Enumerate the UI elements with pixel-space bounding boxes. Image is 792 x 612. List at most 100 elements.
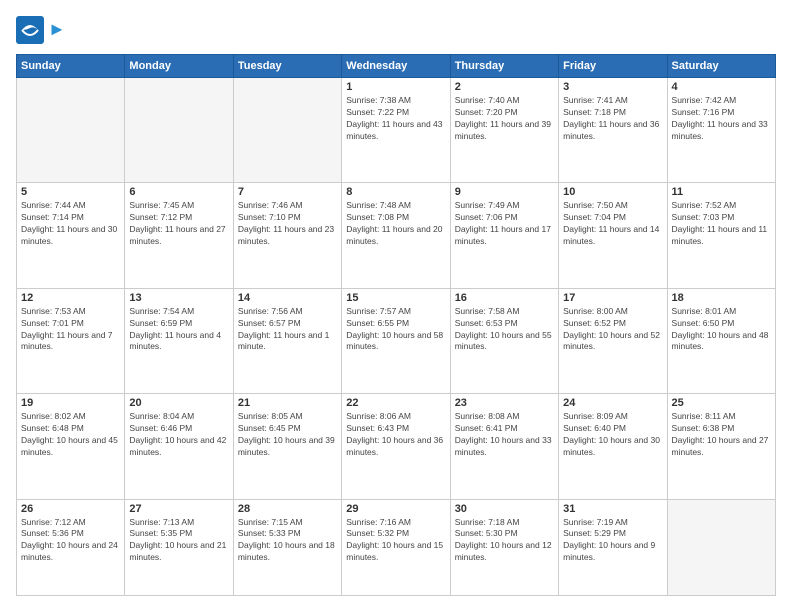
logo-icon <box>16 16 44 44</box>
day-info: Sunrise: 8:00 AM Sunset: 6:52 PM Dayligh… <box>563 306 662 354</box>
calendar-week-row: 12 Sunrise: 7:53 AM Sunset: 7:01 PM Dayli… <box>17 288 776 393</box>
day-info: Sunrise: 7:57 AM Sunset: 6:55 PM Dayligh… <box>346 306 445 354</box>
day-number: 7 <box>238 186 337 198</box>
calendar-cell: 13Sunrise: 7:54 AM Sunset: 6:59 PM Dayli… <box>125 288 233 393</box>
calendar-cell <box>125 78 233 183</box>
calendar-cell <box>233 78 341 183</box>
day-info: Sunrise: 8:04 AM Sunset: 6:46 PM Dayligh… <box>129 411 228 459</box>
day-info: Sunrise: 7:38 AM Sunset: 7:22 PM Dayligh… <box>346 95 445 143</box>
calendar-cell: 12 Sunrise: 7:53 AM Sunset: 7:01 PM Dayli… <box>17 288 125 393</box>
day-number: 9 <box>455 186 554 198</box>
day-info: Sunrise: 8:05 AM Sunset: 6:45 PM Dayligh… <box>238 411 337 459</box>
weekday-header-tuesday: Tuesday <box>233 55 341 78</box>
weekday-header-friday: Friday <box>559 55 667 78</box>
day-info: Sunrise: 7:42 AM Sunset: 7:16 PM Dayligh… <box>672 95 771 143</box>
day-number: 29 <box>346 503 445 515</box>
calendar-cell: 30 Sunrise: 7:18 AM Sunset: 5:30 PM Dayli… <box>450 499 558 595</box>
day-number: 18 <box>672 292 771 304</box>
day-number: 25 <box>672 397 771 409</box>
day-info: Sunrise: 7:44 AM Sunset: 7:14 PM Dayligh… <box>21 200 120 248</box>
day-number: 4 <box>672 81 771 93</box>
calendar-cell: 29 Sunrise: 7:16 AM Sunset: 5:32 PM Dayli… <box>342 499 450 595</box>
day-number: 13 <box>129 292 228 304</box>
day-info: Sunrise: 7:49 AM Sunset: 7:06 PM Dayligh… <box>455 200 554 248</box>
calendar-cell: 25 Sunrise: 8:11 AM Sunset: 6:38 PM Dayli… <box>667 394 775 499</box>
day-number: 23 <box>455 397 554 409</box>
day-info: Sunrise: 7:52 AM Sunset: 7:03 PM Dayligh… <box>672 200 771 248</box>
calendar-week-row: 19 Sunrise: 8:02 AM Sunset: 6:48 PM Dayli… <box>17 394 776 499</box>
calendar-cell: 22Sunrise: 8:06 AM Sunset: 6:43 PM Dayli… <box>342 394 450 499</box>
day-info: Sunrise: 8:02 AM Sunset: 6:48 PM Dayligh… <box>21 411 120 459</box>
calendar-cell: 1 Sunrise: 7:38 AM Sunset: 7:22 PM Daylig… <box>342 78 450 183</box>
calendar-cell: 20 Sunrise: 8:04 AM Sunset: 6:46 PM Dayli… <box>125 394 233 499</box>
day-number: 6 <box>129 186 228 198</box>
calendar-cell: 14 Sunrise: 7:56 AM Sunset: 6:57 PM Dayli… <box>233 288 341 393</box>
calendar-cell: 7 Sunrise: 7:46 AM Sunset: 7:10 PM Daylig… <box>233 183 341 288</box>
calendar-cell: 8 Sunrise: 7:48 AM Sunset: 7:08 PM Daylig… <box>342 183 450 288</box>
day-info: Sunrise: 7:40 AM Sunset: 7:20 PM Dayligh… <box>455 95 554 143</box>
day-number: 17 <box>563 292 662 304</box>
calendar-cell: 21 Sunrise: 8:05 AM Sunset: 6:45 PM Dayli… <box>233 394 341 499</box>
day-number: 21 <box>238 397 337 409</box>
day-info: Sunrise: 7:58 AM Sunset: 6:53 PM Dayligh… <box>455 306 554 354</box>
day-info: Sunrise: 8:01 AM Sunset: 6:50 PM Dayligh… <box>672 306 771 354</box>
calendar-cell: 6 Sunrise: 7:45 AM Sunset: 7:12 PM Daylig… <box>125 183 233 288</box>
day-info: Sunrise: 7:15 AM Sunset: 5:33 PM Dayligh… <box>238 517 337 565</box>
day-number: 14 <box>238 292 337 304</box>
day-info: Sunrise: 7:16 AM Sunset: 5:32 PM Dayligh… <box>346 517 445 565</box>
day-info: Sunrise: 8:11 AM Sunset: 6:38 PM Dayligh… <box>672 411 771 459</box>
day-info: Sunrise: 7:53 AM Sunset: 7:01 PM Dayligh… <box>21 306 120 354</box>
day-info: Sunrise: 7:46 AM Sunset: 7:10 PM Dayligh… <box>238 200 337 248</box>
calendar-table: SundayMondayTuesdayWednesdayThursdayFrid… <box>16 54 776 596</box>
calendar-cell: 31 Sunrise: 7:19 AM Sunset: 5:29 PM Dayli… <box>559 499 667 595</box>
calendar-week-row: 1 Sunrise: 7:38 AM Sunset: 7:22 PM Daylig… <box>17 78 776 183</box>
calendar-cell: 17 Sunrise: 8:00 AM Sunset: 6:52 PM Dayli… <box>559 288 667 393</box>
weekday-header-thursday: Thursday <box>450 55 558 78</box>
calendar-week-row: 26Sunrise: 7:12 AM Sunset: 5:36 PM Dayli… <box>17 499 776 595</box>
day-number: 30 <box>455 503 554 515</box>
day-number: 2 <box>455 81 554 93</box>
day-number: 15 <box>346 292 445 304</box>
calendar-cell: 23Sunrise: 8:08 AM Sunset: 6:41 PM Dayli… <box>450 394 558 499</box>
day-number: 24 <box>563 397 662 409</box>
page: ► SundayMondayTuesdayWednesdayThursdayFr… <box>0 0 792 612</box>
day-number: 31 <box>563 503 662 515</box>
day-info: Sunrise: 7:18 AM Sunset: 5:30 PM Dayligh… <box>455 517 554 565</box>
calendar-cell: 15 Sunrise: 7:57 AM Sunset: 6:55 PM Dayli… <box>342 288 450 393</box>
day-info: Sunrise: 8:09 AM Sunset: 6:40 PM Dayligh… <box>563 411 662 459</box>
calendar-cell: 18 Sunrise: 8:01 AM Sunset: 6:50 PM Dayli… <box>667 288 775 393</box>
day-number: 28 <box>238 503 337 515</box>
day-info: Sunrise: 7:19 AM Sunset: 5:29 PM Dayligh… <box>563 517 662 565</box>
calendar-cell: 5 Sunrise: 7:44 AM Sunset: 7:14 PM Daylig… <box>17 183 125 288</box>
day-info: Sunrise: 7:45 AM Sunset: 7:12 PM Dayligh… <box>129 200 228 248</box>
day-info: Sunrise: 8:06 AM Sunset: 6:43 PM Dayligh… <box>346 411 445 459</box>
calendar-cell: 3Sunrise: 7:41 AM Sunset: 7:18 PM Daylig… <box>559 78 667 183</box>
calendar-week-row: 5 Sunrise: 7:44 AM Sunset: 7:14 PM Daylig… <box>17 183 776 288</box>
day-number: 16 <box>455 292 554 304</box>
day-number: 10 <box>563 186 662 198</box>
day-info: Sunrise: 7:41 AM Sunset: 7:18 PM Dayligh… <box>563 95 662 143</box>
weekday-header-row: SundayMondayTuesdayWednesdayThursdayFrid… <box>17 55 776 78</box>
calendar-cell: 27Sunrise: 7:13 AM Sunset: 5:35 PM Dayli… <box>125 499 233 595</box>
day-info: Sunrise: 7:56 AM Sunset: 6:57 PM Dayligh… <box>238 306 337 354</box>
weekday-header-saturday: Saturday <box>667 55 775 78</box>
calendar-cell: 24 Sunrise: 8:09 AM Sunset: 6:40 PM Dayli… <box>559 394 667 499</box>
calendar-cell: 2 Sunrise: 7:40 AM Sunset: 7:20 PM Daylig… <box>450 78 558 183</box>
day-number: 5 <box>21 186 120 198</box>
calendar-cell: 16 Sunrise: 7:58 AM Sunset: 6:53 PM Dayli… <box>450 288 558 393</box>
weekday-header-wednesday: Wednesday <box>342 55 450 78</box>
day-number: 1 <box>346 81 445 93</box>
day-number: 26 <box>21 503 120 515</box>
day-number: 20 <box>129 397 228 409</box>
calendar-cell: 11 Sunrise: 7:52 AM Sunset: 7:03 PM Dayli… <box>667 183 775 288</box>
day-number: 8 <box>346 186 445 198</box>
calendar-cell: 26Sunrise: 7:12 AM Sunset: 5:36 PM Dayli… <box>17 499 125 595</box>
calendar-cell <box>667 499 775 595</box>
day-info: Sunrise: 7:48 AM Sunset: 7:08 PM Dayligh… <box>346 200 445 248</box>
logo-text: ► <box>48 20 66 40</box>
day-number: 11 <box>672 186 771 198</box>
day-number: 12 <box>21 292 120 304</box>
day-number: 19 <box>21 397 120 409</box>
calendar-cell: 28 Sunrise: 7:15 AM Sunset: 5:33 PM Dayli… <box>233 499 341 595</box>
logo: ► <box>16 16 66 44</box>
